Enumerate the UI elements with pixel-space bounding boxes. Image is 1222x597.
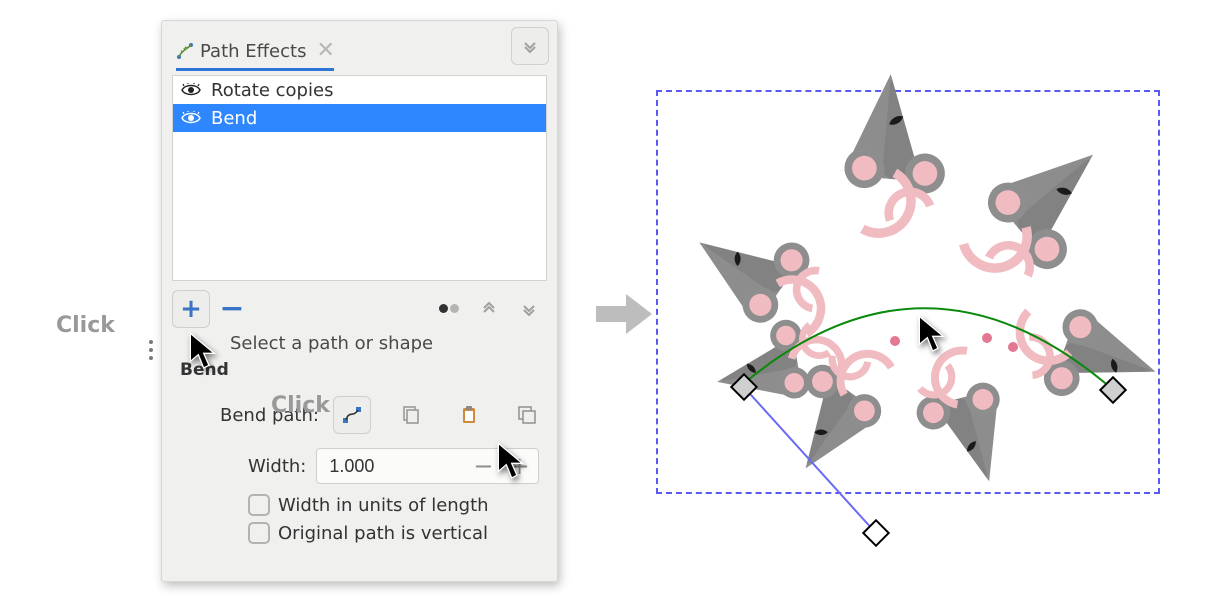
width-row: Width: − +: [162, 448, 557, 484]
chevron-up-icon: [481, 301, 497, 317]
paste-icon: [458, 404, 480, 426]
bend-options: Width in units of length Original path i…: [248, 494, 557, 544]
add-effect-button[interactable]: +: [172, 290, 210, 328]
effect-row-bend[interactable]: Bend: [173, 104, 546, 132]
node-dot: [890, 336, 900, 346]
node-dot: [982, 333, 992, 343]
arrow-right-icon: [594, 290, 654, 342]
chk-width-units[interactable]: Width in units of length: [248, 494, 557, 516]
chevron-down-icon: [522, 38, 538, 54]
plus-icon: +: [180, 296, 202, 322]
increment-button[interactable]: +: [501, 452, 537, 480]
collapse-panel-button[interactable]: [511, 27, 549, 65]
chk-original-vertical[interactable]: Original path is vertical: [248, 522, 557, 544]
link-path-button[interactable]: [509, 397, 545, 433]
width-spinbox[interactable]: − +: [316, 448, 538, 484]
width-label: Width:: [248, 456, 306, 477]
width-input[interactable]: [317, 449, 465, 483]
panel-grip-icon[interactable]: [149, 340, 153, 360]
remove-effect-button[interactable]: −: [214, 291, 250, 327]
effect-label: Bend: [211, 108, 257, 129]
tab-label: Path Effects: [200, 41, 306, 62]
node-dot: [1008, 342, 1018, 352]
hint-text: Select a path or shape: [230, 333, 557, 354]
close-icon[interactable]: ✕: [316, 40, 334, 62]
annotation-click: Click: [56, 313, 115, 338]
toggle-indicator-button[interactable]: [431, 291, 467, 327]
effect-label: Rotate copies: [211, 80, 333, 101]
effect-row-rotate-copies[interactable]: Rotate copies: [173, 76, 546, 104]
effect-toolbar: + −: [172, 289, 547, 329]
bend-path-row: Bend path:: [162, 396, 557, 434]
tab-underline: [176, 68, 334, 71]
annotation-click: Click: [271, 393, 330, 418]
effect-section-title: Bend: [180, 360, 539, 380]
move-down-button[interactable]: [511, 291, 547, 327]
chevron-down-icon: [521, 301, 537, 317]
visibility-icon[interactable]: [181, 83, 201, 97]
path-effects-icon: [176, 42, 194, 60]
node-edit-icon: [341, 404, 363, 426]
path-effects-dialog: Path Effects ✕ Rotate copies Bend + − Se…: [161, 20, 558, 582]
move-up-button[interactable]: [471, 291, 507, 327]
bend-path-overlay: [656, 90, 1156, 560]
checkbox-icon: [248, 494, 270, 516]
paste-path-button[interactable]: [451, 397, 487, 433]
copy-path-button[interactable]: [393, 397, 429, 433]
edit-on-canvas-button[interactable]: [333, 396, 371, 434]
dots-icon: [439, 304, 459, 314]
checkbox-icon: [248, 522, 270, 544]
canvas-preview: [656, 90, 1156, 490]
minus-icon: −: [219, 294, 244, 324]
link-icon: [516, 404, 538, 426]
dialog-tabbar: Path Effects ✕: [162, 21, 557, 71]
tab-path-effects[interactable]: Path Effects ✕: [170, 31, 349, 71]
copy-icon: [400, 404, 422, 426]
decrement-button[interactable]: −: [465, 452, 501, 480]
visibility-icon[interactable]: [181, 111, 201, 125]
effects-list[interactable]: Rotate copies Bend: [172, 75, 547, 281]
